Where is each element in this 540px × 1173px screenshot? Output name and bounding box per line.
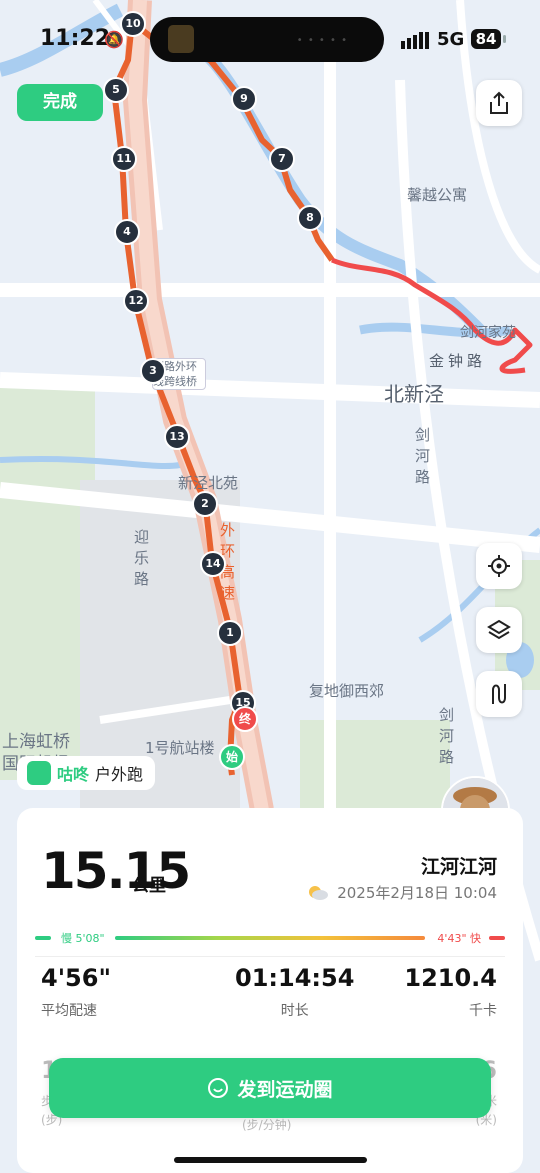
stat-calories: 1210.4 千卡 <box>404 964 497 1020</box>
pace-fast-mark <box>489 936 505 940</box>
route-marker-1: 1 <box>217 620 243 646</box>
map-label-yingle: 迎乐路 <box>134 528 150 588</box>
chat-icon <box>208 1078 229 1098</box>
stat-duration: 01:14:54 时长 <box>235 964 354 1020</box>
layers-button[interactable] <box>476 607 522 653</box>
route-toggle-button[interactable] <box>476 671 522 717</box>
route-start-marker: 始 <box>219 744 245 770</box>
post-to-feed-button[interactable]: 发到运动圈 <box>49 1058 491 1118</box>
media-thumbnail <box>168 25 194 53</box>
stat-label: 千卡 <box>469 1003 497 1019</box>
map-label-station: 1号航站楼 <box>145 739 215 757</box>
route-marker-14: 14 <box>200 551 226 577</box>
home-indicator <box>174 1157 367 1163</box>
stat-avg-pace: 4'56" 平均配速 <box>41 964 111 1020</box>
post-to-feed-label: 发到运动圈 <box>237 1078 333 1101</box>
done-button[interactable]: 完成 <box>17 84 103 121</box>
map-label-xinyue: 馨越公寓 <box>407 186 468 204</box>
weather-icon <box>309 886 328 900</box>
route-marker-4: 4 <box>114 219 140 245</box>
distance-value: 15.15 <box>41 842 191 900</box>
route-marker-12: 12 <box>123 288 149 314</box>
map-label-fudi: 复地御西郊 <box>309 682 385 700</box>
locate-button[interactable] <box>476 543 522 589</box>
island-dots: • • • • • <box>296 35 348 46</box>
pace-slow-label: 慢 5'08" <box>61 932 105 945</box>
distance-unit: 公里 <box>132 876 166 896</box>
route-marker-8: 8 <box>297 205 323 231</box>
route-marker-2: 2 <box>192 491 218 517</box>
route-marker-11: 11 <box>111 146 137 172</box>
route-marker-13: 13 <box>164 424 190 450</box>
stat-value: 1210.4 <box>404 964 497 992</box>
map-label-garden: 剑河家苑 <box>460 325 516 341</box>
app-logo-icon <box>27 761 51 785</box>
signal-icon <box>401 32 429 49</box>
map-label-jianhe: 剑河路 <box>415 426 431 486</box>
app-tag: 咕咚 户外跑 <box>17 756 156 790</box>
map-label-beiyuan: 新泾北苑 <box>178 474 239 492</box>
map-label-jianhe2: 剑河路 <box>439 706 455 766</box>
route-end-marker: 终 <box>232 706 258 732</box>
pace-slow-mark <box>35 936 51 940</box>
battery-tip <box>503 35 506 43</box>
battery-level: 84 <box>471 29 501 49</box>
app-brand: 咕咚 <box>57 765 90 784</box>
route-marker-9: 9 <box>231 86 257 112</box>
route-marker-5: 5 <box>103 77 129 103</box>
share-button[interactable] <box>476 80 522 126</box>
route-icon <box>492 684 506 704</box>
user-name: 江河江河 <box>420 856 497 878</box>
route-marker-7: 7 <box>269 146 295 172</box>
stat-label: 时长 <box>280 1003 309 1019</box>
locate-icon <box>488 555 510 577</box>
activity-type: 户外跑 <box>95 765 144 784</box>
mute-icon: 🔕 <box>104 30 124 49</box>
map-label-jinzhong: 金钟路 <box>429 352 487 370</box>
map-label-beixinjing: 北新泾 <box>384 382 444 406</box>
status-time: 11:22 <box>40 26 111 51</box>
route-marker-3: 3 <box>140 358 166 384</box>
status-bar: 11:22 🔕 • • • • • 5G 84 <box>0 0 540 80</box>
stat-value: 01:14:54 <box>235 964 355 992</box>
share-icon <box>490 91 508 114</box>
dynamic-island: • • • • • <box>150 17 384 62</box>
stat-sub: (步/分钟) <box>242 1118 292 1132</box>
divider <box>35 956 505 957</box>
pace-gradient <box>115 936 425 940</box>
network-type: 5G <box>437 29 465 50</box>
stat-value: 4'56" <box>41 964 111 992</box>
pace-fast-label: 4'43" 快 <box>437 932 481 945</box>
layers-icon <box>487 619 511 640</box>
summary-card: 15.15 公里 江河江河 2025年2月18日 10:04 慢 5'08" 4… <box>17 808 523 1173</box>
activity-date: 2025年2月18日 10:04 <box>337 884 497 902</box>
pace-bar: 慢 5'08" 4'43" 快 <box>35 930 505 946</box>
stat-label: 平均配速 <box>41 1003 97 1019</box>
